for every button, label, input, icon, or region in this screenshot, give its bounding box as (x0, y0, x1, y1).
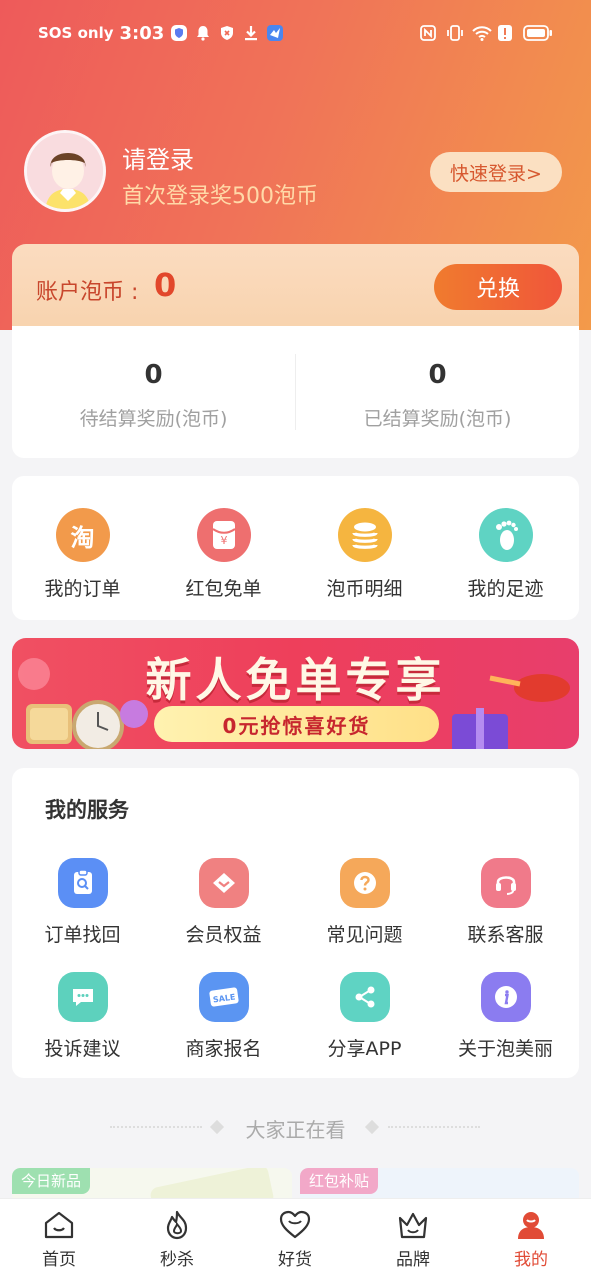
feed-tag: 今日新品 (12, 1168, 91, 1194)
flame-icon (160, 1209, 194, 1241)
service-feedback[interactable]: 投诉建议 (12, 972, 153, 1061)
block-shield-icon (218, 24, 236, 42)
bottom-tab-bar: 首页 秒杀 好货 品牌 我的 (0, 1198, 591, 1280)
tab-brands[interactable]: 品牌 (354, 1209, 472, 1270)
shortcut-label: 红包免单 (185, 578, 262, 600)
tab-label: 秒杀 (160, 1250, 194, 1270)
order-search-icon (57, 858, 108, 908)
service-merchant-signup[interactable]: SALE 商家报名 (153, 972, 294, 1061)
info-icon (480, 972, 531, 1022)
footprint-icon (478, 508, 533, 562)
service-label: 联系客服 (467, 924, 544, 946)
shortcut-red-envelope[interactable]: ¥ 红包免单 (153, 508, 294, 601)
login-bonus-text: 首次登录奖500泡币 (122, 184, 318, 209)
status-bar: SOS only 3:03 (0, 18, 591, 48)
service-label: 关于泡美丽 (457, 1038, 553, 1060)
service-label: 常见问题 (326, 924, 403, 946)
diamond-icon (198, 858, 249, 908)
new-user-banner[interactable]: 新人免单专享 0元抢惊喜好货 (12, 638, 579, 749)
shortcut-label: 我的足迹 (467, 578, 544, 600)
download-icon (242, 24, 260, 42)
tab-label: 我的 (514, 1250, 548, 1270)
settled-reward[interactable]: 0 已结算奖励(泡币) (296, 326, 579, 458)
account-balance-label: 账户泡币 : (36, 280, 139, 305)
account-balance-card: 账户泡币 : 0 兑换 (12, 244, 579, 330)
carrier-text: SOS only (38, 24, 114, 42)
app-notification-icon (266, 24, 284, 42)
shield-icon (170, 24, 188, 42)
pending-reward-label: 待结算奖励(泡币) (79, 408, 228, 430)
service-customer-support[interactable]: 联系客服 (435, 858, 576, 947)
service-label: 订单找回 (44, 924, 121, 946)
pending-reward-value: 0 (144, 360, 163, 390)
tab-good-deals[interactable]: 好货 (236, 1209, 354, 1270)
service-faq[interactable]: 常见问题 (294, 858, 435, 947)
trending-section-title: 大家正在看 (245, 1118, 346, 1142)
shortcut-coin-details[interactable]: 泡币明细 (294, 508, 435, 601)
shortcuts-card: 淘 我的订单 ¥ 红包免单 泡币明细 我的足迹 (12, 476, 579, 620)
service-share-app[interactable]: 分享APP (294, 972, 435, 1061)
trending-section-header: 大家正在看 (0, 1112, 591, 1142)
taobao-icon: 淘 (55, 508, 110, 562)
battery-icon (523, 24, 553, 42)
shortcut-footprints[interactable]: 我的足迹 (435, 508, 576, 601)
shortcut-label: 我的订单 (44, 578, 121, 600)
avatar[interactable] (24, 130, 106, 212)
tab-flash-sale[interactable]: 秒杀 (118, 1209, 236, 1270)
service-label: 商家报名 (185, 1038, 262, 1060)
headset-icon (480, 858, 531, 908)
quick-login-button[interactable]: 快速登录> (430, 152, 562, 192)
heart-icon (278, 1209, 312, 1241)
feed-tag: 红包补贴 (300, 1168, 379, 1194)
shortcut-my-orders[interactable]: 淘 我的订单 (12, 508, 153, 601)
tab-label: 好货 (278, 1250, 312, 1270)
banner-title: 新人免单专享 (145, 653, 446, 707)
profile-icon (514, 1209, 548, 1241)
services-card: 我的服务 订单找回 会员权益 常见问题 联系客服 投诉建议 SALE 商家报名 (12, 768, 579, 1078)
service-order-recovery[interactable]: 订单找回 (12, 858, 153, 947)
settled-reward-value: 0 (428, 360, 447, 390)
settled-reward-label: 已结算奖励(泡币) (363, 408, 512, 430)
clock-text: 3:03 (119, 22, 165, 44)
services-title: 我的服务 (45, 798, 129, 822)
sale-tag-icon: SALE (198, 972, 249, 1022)
banner-subtitle: 0元抢惊喜好货 (154, 706, 439, 742)
share-icon (339, 972, 390, 1022)
shortcut-label: 泡币明细 (326, 578, 403, 600)
chat-icon (57, 972, 108, 1022)
service-about[interactable]: 关于泡美丽 (435, 972, 576, 1061)
red-envelope-icon: ¥ (196, 508, 251, 562)
tab-home[interactable]: 首页 (0, 1209, 118, 1270)
coin-stack-icon (337, 508, 392, 562)
exchange-button[interactable]: 兑换 (434, 264, 562, 310)
tab-label: 首页 (42, 1250, 76, 1270)
service-member-benefits[interactable]: 会员权益 (153, 858, 294, 947)
service-label: 会员权益 (185, 924, 262, 946)
vibrate-icon (445, 24, 463, 42)
tab-label: 品牌 (396, 1250, 430, 1270)
svg-text:¥: ¥ (220, 534, 227, 547)
crown-icon (396, 1209, 430, 1241)
account-balance-value: 0 (154, 266, 177, 304)
nfc-icon (419, 24, 437, 42)
pending-reward[interactable]: 0 待结算奖励(泡币) (12, 326, 295, 458)
service-label: 投诉建议 (44, 1038, 121, 1060)
rewards-card: 0 待结算奖励(泡币) 0 已结算奖励(泡币) (12, 326, 579, 458)
bell-icon (194, 24, 212, 42)
alert-icon (497, 24, 515, 42)
question-icon (339, 858, 390, 908)
home-icon (42, 1209, 76, 1241)
tab-mine[interactable]: 我的 (472, 1209, 590, 1270)
login-title[interactable]: 请登录 (122, 140, 194, 175)
wifi-icon (471, 24, 492, 42)
service-label: 分享APP (327, 1038, 402, 1060)
divider (388, 1126, 480, 1128)
